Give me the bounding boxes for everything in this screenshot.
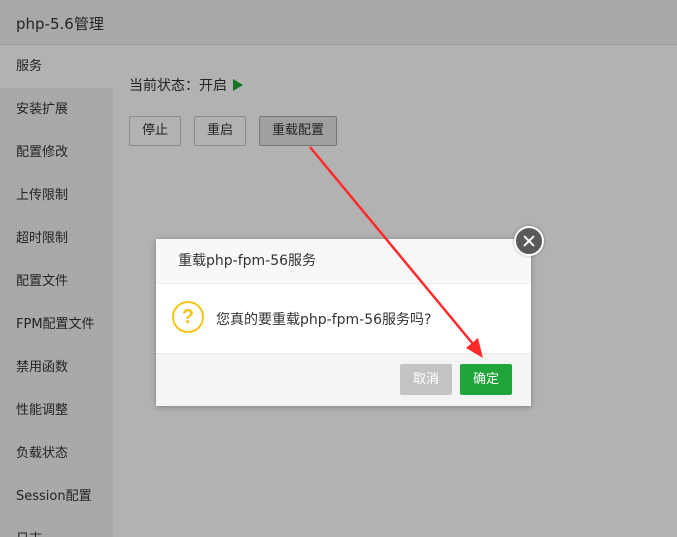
- close-icon[interactable]: [514, 226, 544, 256]
- confirm-dialog: 重载php-fpm-56服务 ? 您真的要重载php-fpm-56服务吗? 取消…: [156, 239, 531, 406]
- dialog-message: 您真的要重载php-fpm-56服务吗?: [216, 312, 432, 328]
- dialog-title: 重载php-fpm-56服务: [156, 239, 531, 284]
- dialog-footer: 取消 确定: [156, 353, 531, 406]
- cancel-button[interactable]: 取消: [400, 364, 453, 395]
- question-icon: ?: [172, 301, 204, 333]
- confirm-button[interactable]: 确定: [460, 364, 513, 395]
- dialog-body: ? 您真的要重载php-fpm-56服务吗?: [156, 284, 531, 353]
